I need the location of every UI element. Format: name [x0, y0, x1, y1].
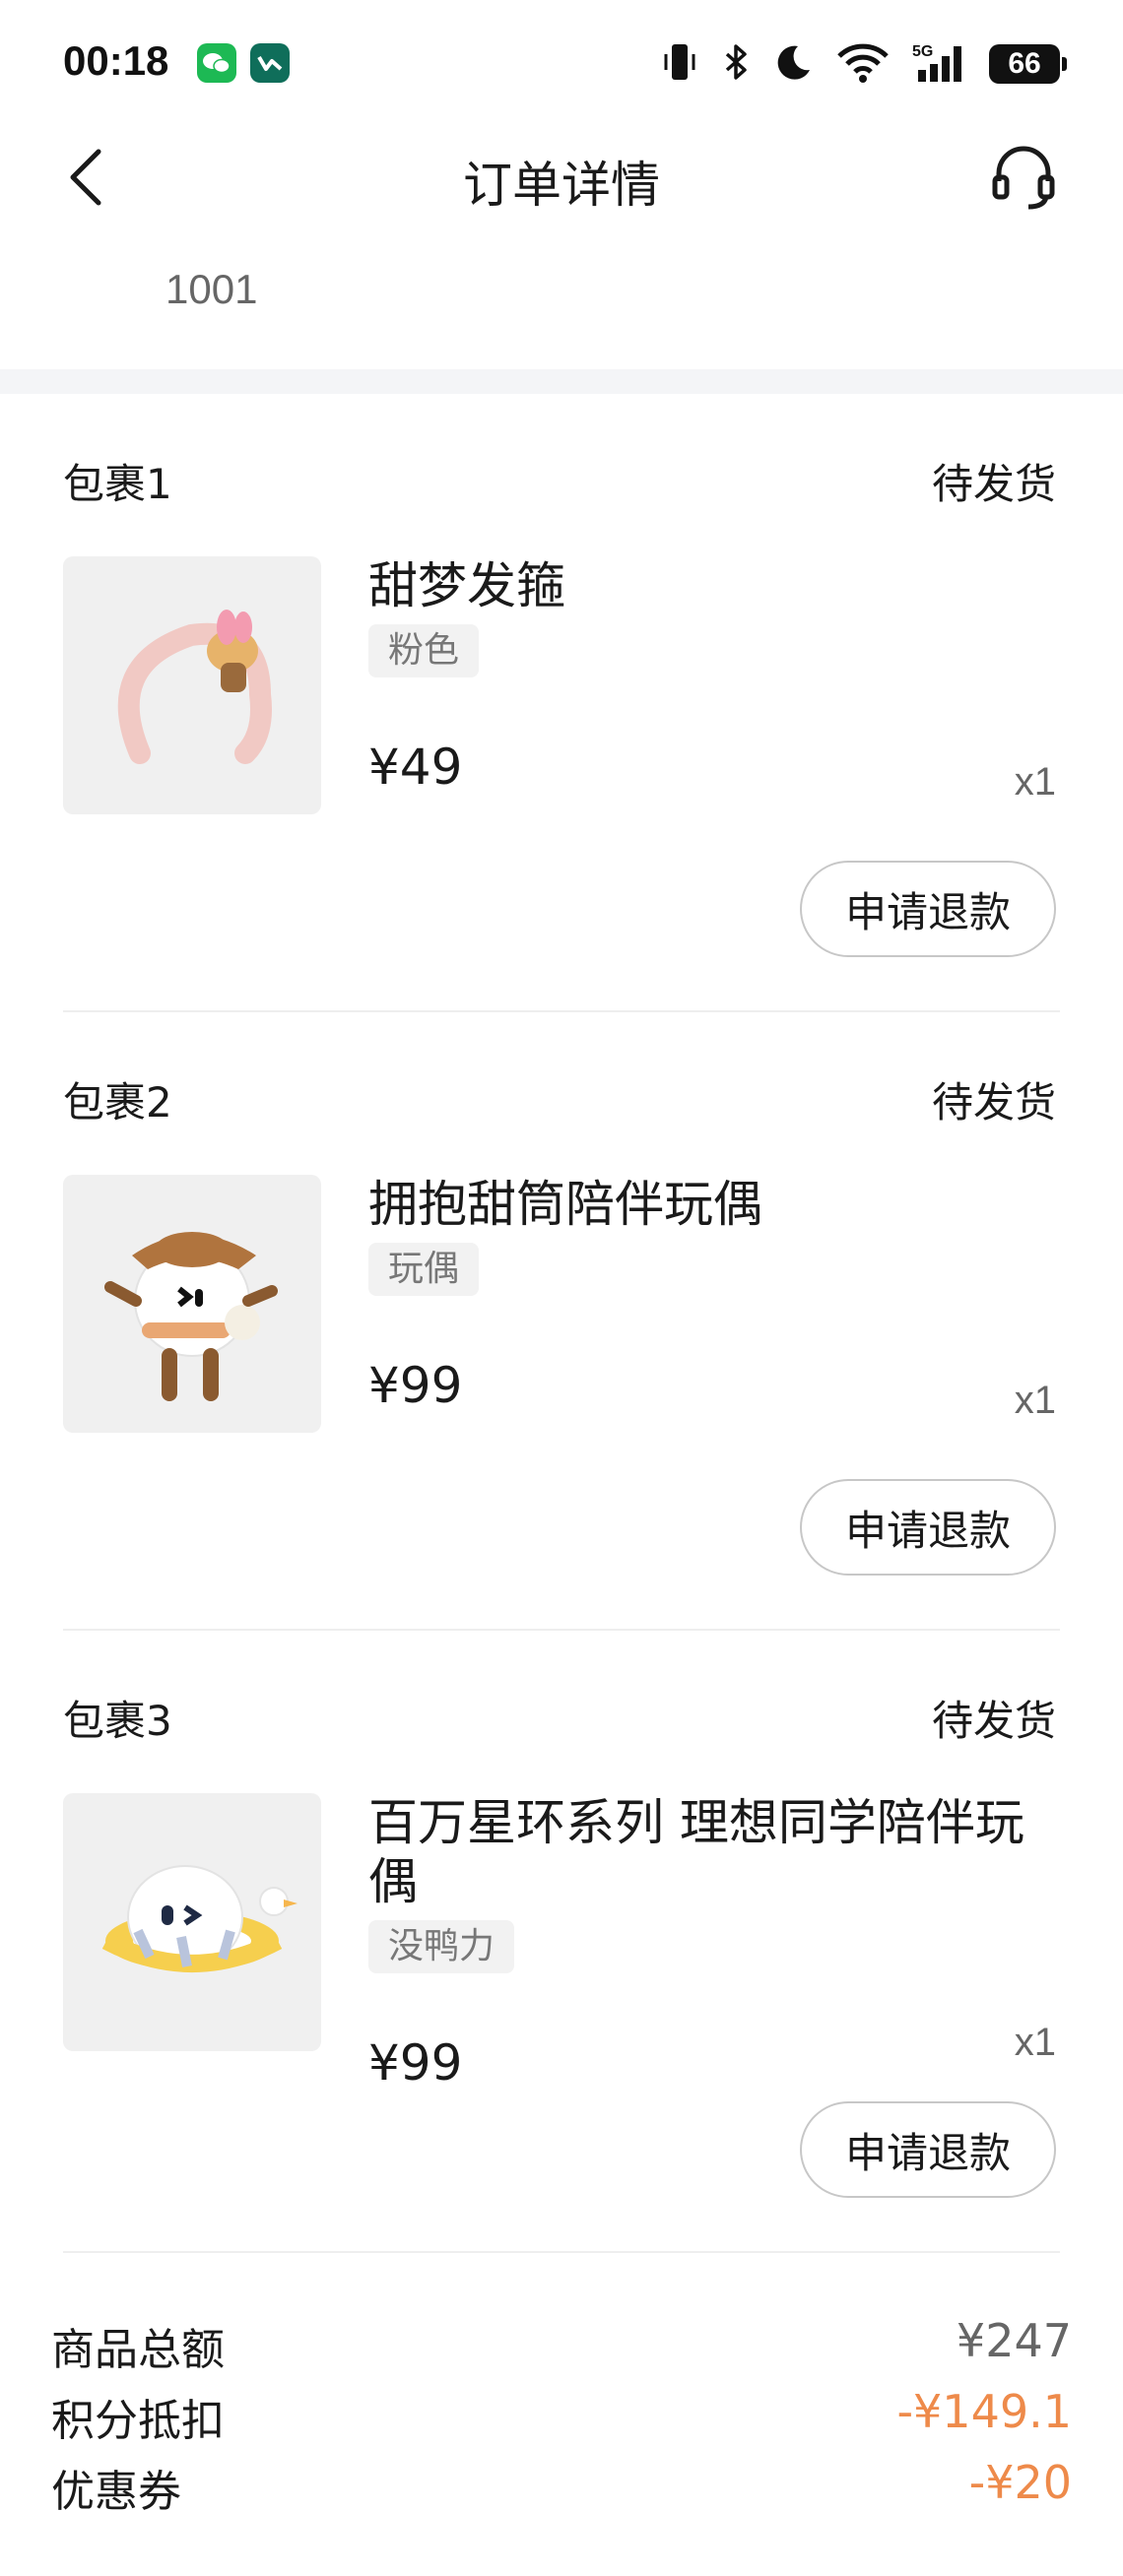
page-title: 订单详情 — [463, 157, 660, 214]
bluetooth-icon — [721, 40, 751, 88]
product-price: ¥99 — [368, 2034, 463, 2092]
product-info: 百万星环系列 理想同学陪伴玩偶 没鸭力 — [368, 1793, 1058, 1973]
package-status: 待发货 — [931, 1697, 1056, 1745]
nav-bar: 订单详情 — [0, 128, 1123, 226]
headset-icon — [992, 146, 1055, 210]
product-info: 拥抱甜筒陪伴玩偶 玩偶 — [368, 1175, 1058, 1296]
package-card: 包裹1 待发货 甜梦发箍 粉色 ¥49 x1 申请退款 — [0, 394, 1123, 1012]
status-time: 00:18 — [63, 37, 169, 84]
status-icons: 5G 66 — [660, 39, 1067, 89]
points-deduction-row: 积分抵扣 -¥149.1 — [51, 2385, 1072, 2454]
product-name[interactable]: 甜梦发箍 — [368, 556, 1058, 615]
customer-service-button[interactable] — [989, 142, 1058, 213]
coupon-value: -¥20 — [968, 2456, 1072, 2509]
cellular-signal-icon: 5G — [912, 40, 967, 88]
goods-total-row: 商品总额 ¥247 — [51, 2314, 1072, 2383]
refund-button[interactable]: 申请退款 — [800, 1479, 1056, 1576]
package-status: 待发货 — [931, 460, 1056, 508]
package-title: 包裹3 — [63, 1697, 172, 1745]
product-quantity: x1 — [1014, 760, 1056, 804]
coupon-label: 优惠券 — [51, 2467, 181, 2517]
vibrate-icon — [660, 40, 699, 88]
product-variant-tag: 没鸭力 — [368, 1920, 515, 1973]
package-card: 包裹2 待发货 拥抱甜筒陪伴玩偶 玩偶 ¥99 x1 申请退款 — [0, 1012, 1123, 1631]
section-divider — [0, 369, 1123, 394]
wifi-icon — [835, 40, 891, 88]
package-card: 包裹3 待发货 百万星环系列 理想同学陪伴玩偶 没鸭力 x1 ¥99 申请退款 — [0, 1631, 1123, 2253]
moon-icon — [772, 40, 814, 88]
product-name[interactable]: 百万星环系列 理想同学陪伴玩偶 — [368, 1793, 1058, 1911]
goods-total-value: ¥247 — [956, 2314, 1072, 2367]
package-status: 待发货 — [931, 1078, 1056, 1127]
refund-button[interactable]: 申请退款 — [800, 2101, 1056, 2198]
network-type-label: 5G — [912, 43, 933, 60]
coupon-row: 优惠券 -¥20 — [51, 2456, 1072, 2525]
product-name[interactable]: 拥抱甜筒陪伴玩偶 — [368, 1175, 1058, 1234]
app-notification-icon — [250, 43, 290, 83]
product-image[interactable] — [63, 556, 321, 814]
refund-button[interactable]: 申请退款 — [800, 861, 1056, 957]
package-title: 包裹1 — [63, 460, 172, 508]
wechat-icon — [197, 43, 236, 83]
points-deduction-label: 积分抵扣 — [51, 2396, 225, 2446]
package-title: 包裹2 — [63, 1078, 172, 1127]
battery-indicator: 66 — [989, 44, 1067, 84]
product-price: ¥99 — [368, 1357, 463, 1414]
product-variant-tag: 玩偶 — [368, 1243, 480, 1296]
product-variant-tag: 粉色 — [368, 624, 480, 677]
product-image[interactable] — [63, 1793, 321, 2051]
order-info-card: 1001 — [0, 226, 1123, 369]
product-price: ¥49 — [368, 739, 463, 796]
price-summary: 商品总额 ¥247 积分抵扣 -¥149.1 优惠券 -¥20 — [0, 2294, 1123, 2576]
order-number: 1001 — [165, 266, 258, 312]
status-bar: 00:18 5G 66 — [0, 0, 1123, 128]
divider — [63, 2251, 1060, 2253]
product-quantity: x1 — [1014, 2021, 1056, 2064]
product-quantity: x1 — [1014, 1379, 1056, 1422]
product-info: 甜梦发箍 粉色 — [368, 556, 1058, 677]
product-image[interactable] — [63, 1175, 321, 1433]
points-deduction-value: -¥149.1 — [896, 2385, 1072, 2438]
goods-total-label: 商品总额 — [51, 2325, 225, 2375]
